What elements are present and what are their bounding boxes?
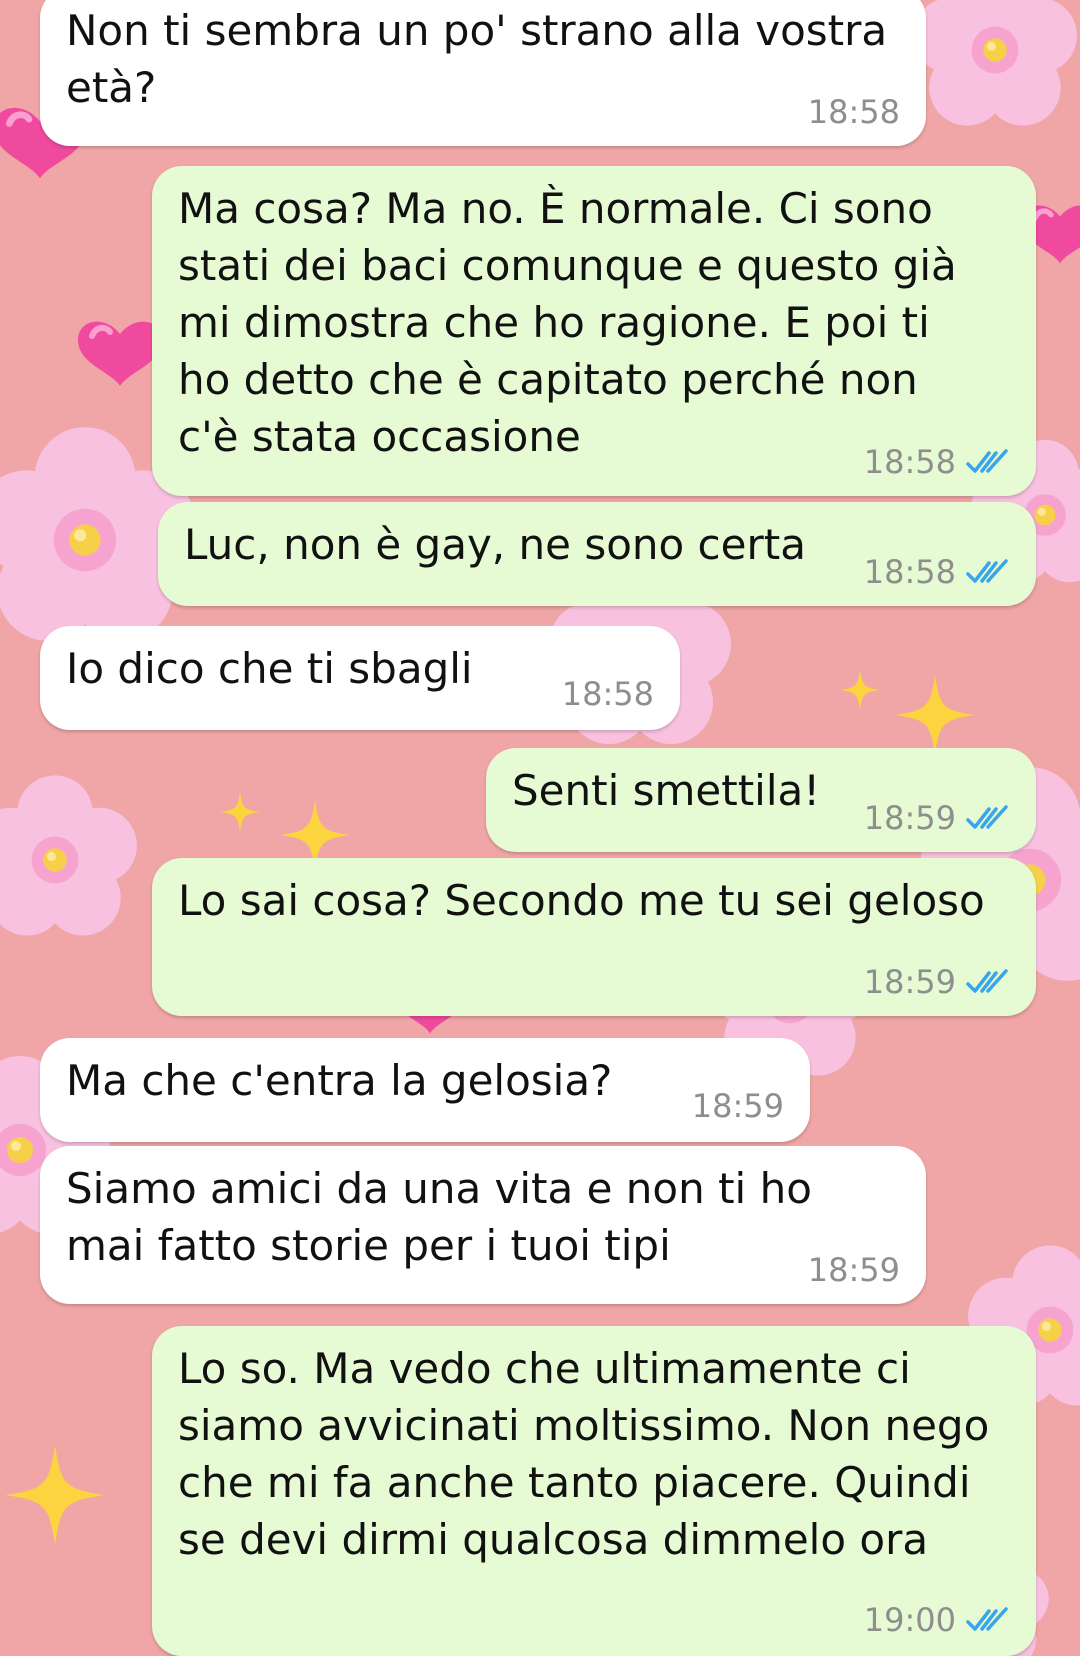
message-time: 18:59 bbox=[691, 1087, 784, 1125]
double-check-icon bbox=[966, 805, 1008, 829]
message-time: 18:58 bbox=[807, 93, 900, 131]
double-check-icon bbox=[966, 969, 1008, 993]
message-bubble-outgoing[interactable]: Lo sai cosa? Secondo me tu sei geloso 18… bbox=[152, 858, 1036, 1016]
message-time: 18:58 bbox=[863, 443, 956, 481]
message-time: 18:58 bbox=[863, 553, 956, 591]
message-text: Siamo amici da una vita e non ti ho mai … bbox=[66, 1164, 812, 1270]
cherry-blossom-icon bbox=[0, 775, 137, 936]
message-time: 19:00 bbox=[863, 1601, 956, 1639]
sparkle-star-icon bbox=[840, 670, 880, 710]
message-text: Lo sai cosa? Secondo me tu sei geloso bbox=[178, 876, 985, 925]
message-text: Ma che c'entra la gelosia? bbox=[66, 1056, 613, 1105]
message-text: Ma cosa? Ma no. È normale. Ci sono stati… bbox=[178, 184, 957, 461]
double-check-icon bbox=[966, 559, 1008, 583]
message-text: Non ti sembra un po' strano alla vostra … bbox=[66, 6, 888, 112]
sparkle-star-icon bbox=[5, 1445, 105, 1545]
chat-view[interactable]: Non ti sembra un po' strano alla vostra … bbox=[0, 0, 1080, 1656]
message-time: 18:59 bbox=[863, 963, 956, 1001]
cherry-blossom-icon bbox=[913, 0, 1077, 126]
message-bubble-incoming[interactable]: Ma che c'entra la gelosia? 18:59 bbox=[40, 1038, 810, 1142]
double-check-icon bbox=[966, 449, 1008, 473]
message-bubble-incoming[interactable]: Siamo amici da una vita e non ti ho mai … bbox=[40, 1146, 926, 1304]
message-time: 18:59 bbox=[807, 1251, 900, 1289]
sparkle-star-icon bbox=[220, 792, 260, 832]
double-check-icon bbox=[966, 1607, 1008, 1631]
message-bubble-incoming[interactable]: Io dico che ti sbagli 18:58 bbox=[40, 626, 680, 730]
message-time: 18:59 bbox=[863, 799, 956, 837]
message-bubble-outgoing[interactable]: Luc, non è gay, ne sono certa 18:58 bbox=[158, 502, 1036, 606]
message-bubble-outgoing[interactable]: Senti smettila! 18:59 bbox=[486, 748, 1036, 852]
sparkle-star-icon bbox=[895, 675, 975, 755]
message-bubble-outgoing[interactable]: Lo so. Ma vedo che ultimamente ci siamo … bbox=[152, 1326, 1036, 1656]
message-text: Lo so. Ma vedo che ultimamente ci siamo … bbox=[178, 1344, 990, 1564]
message-bubble-incoming[interactable]: Non ti sembra un po' strano alla vostra … bbox=[40, 0, 926, 146]
message-bubble-outgoing[interactable]: Ma cosa? Ma no. È normale. Ci sono stati… bbox=[152, 166, 1036, 496]
message-time: 18:58 bbox=[561, 675, 654, 713]
pink-heart-icon bbox=[78, 322, 162, 386]
